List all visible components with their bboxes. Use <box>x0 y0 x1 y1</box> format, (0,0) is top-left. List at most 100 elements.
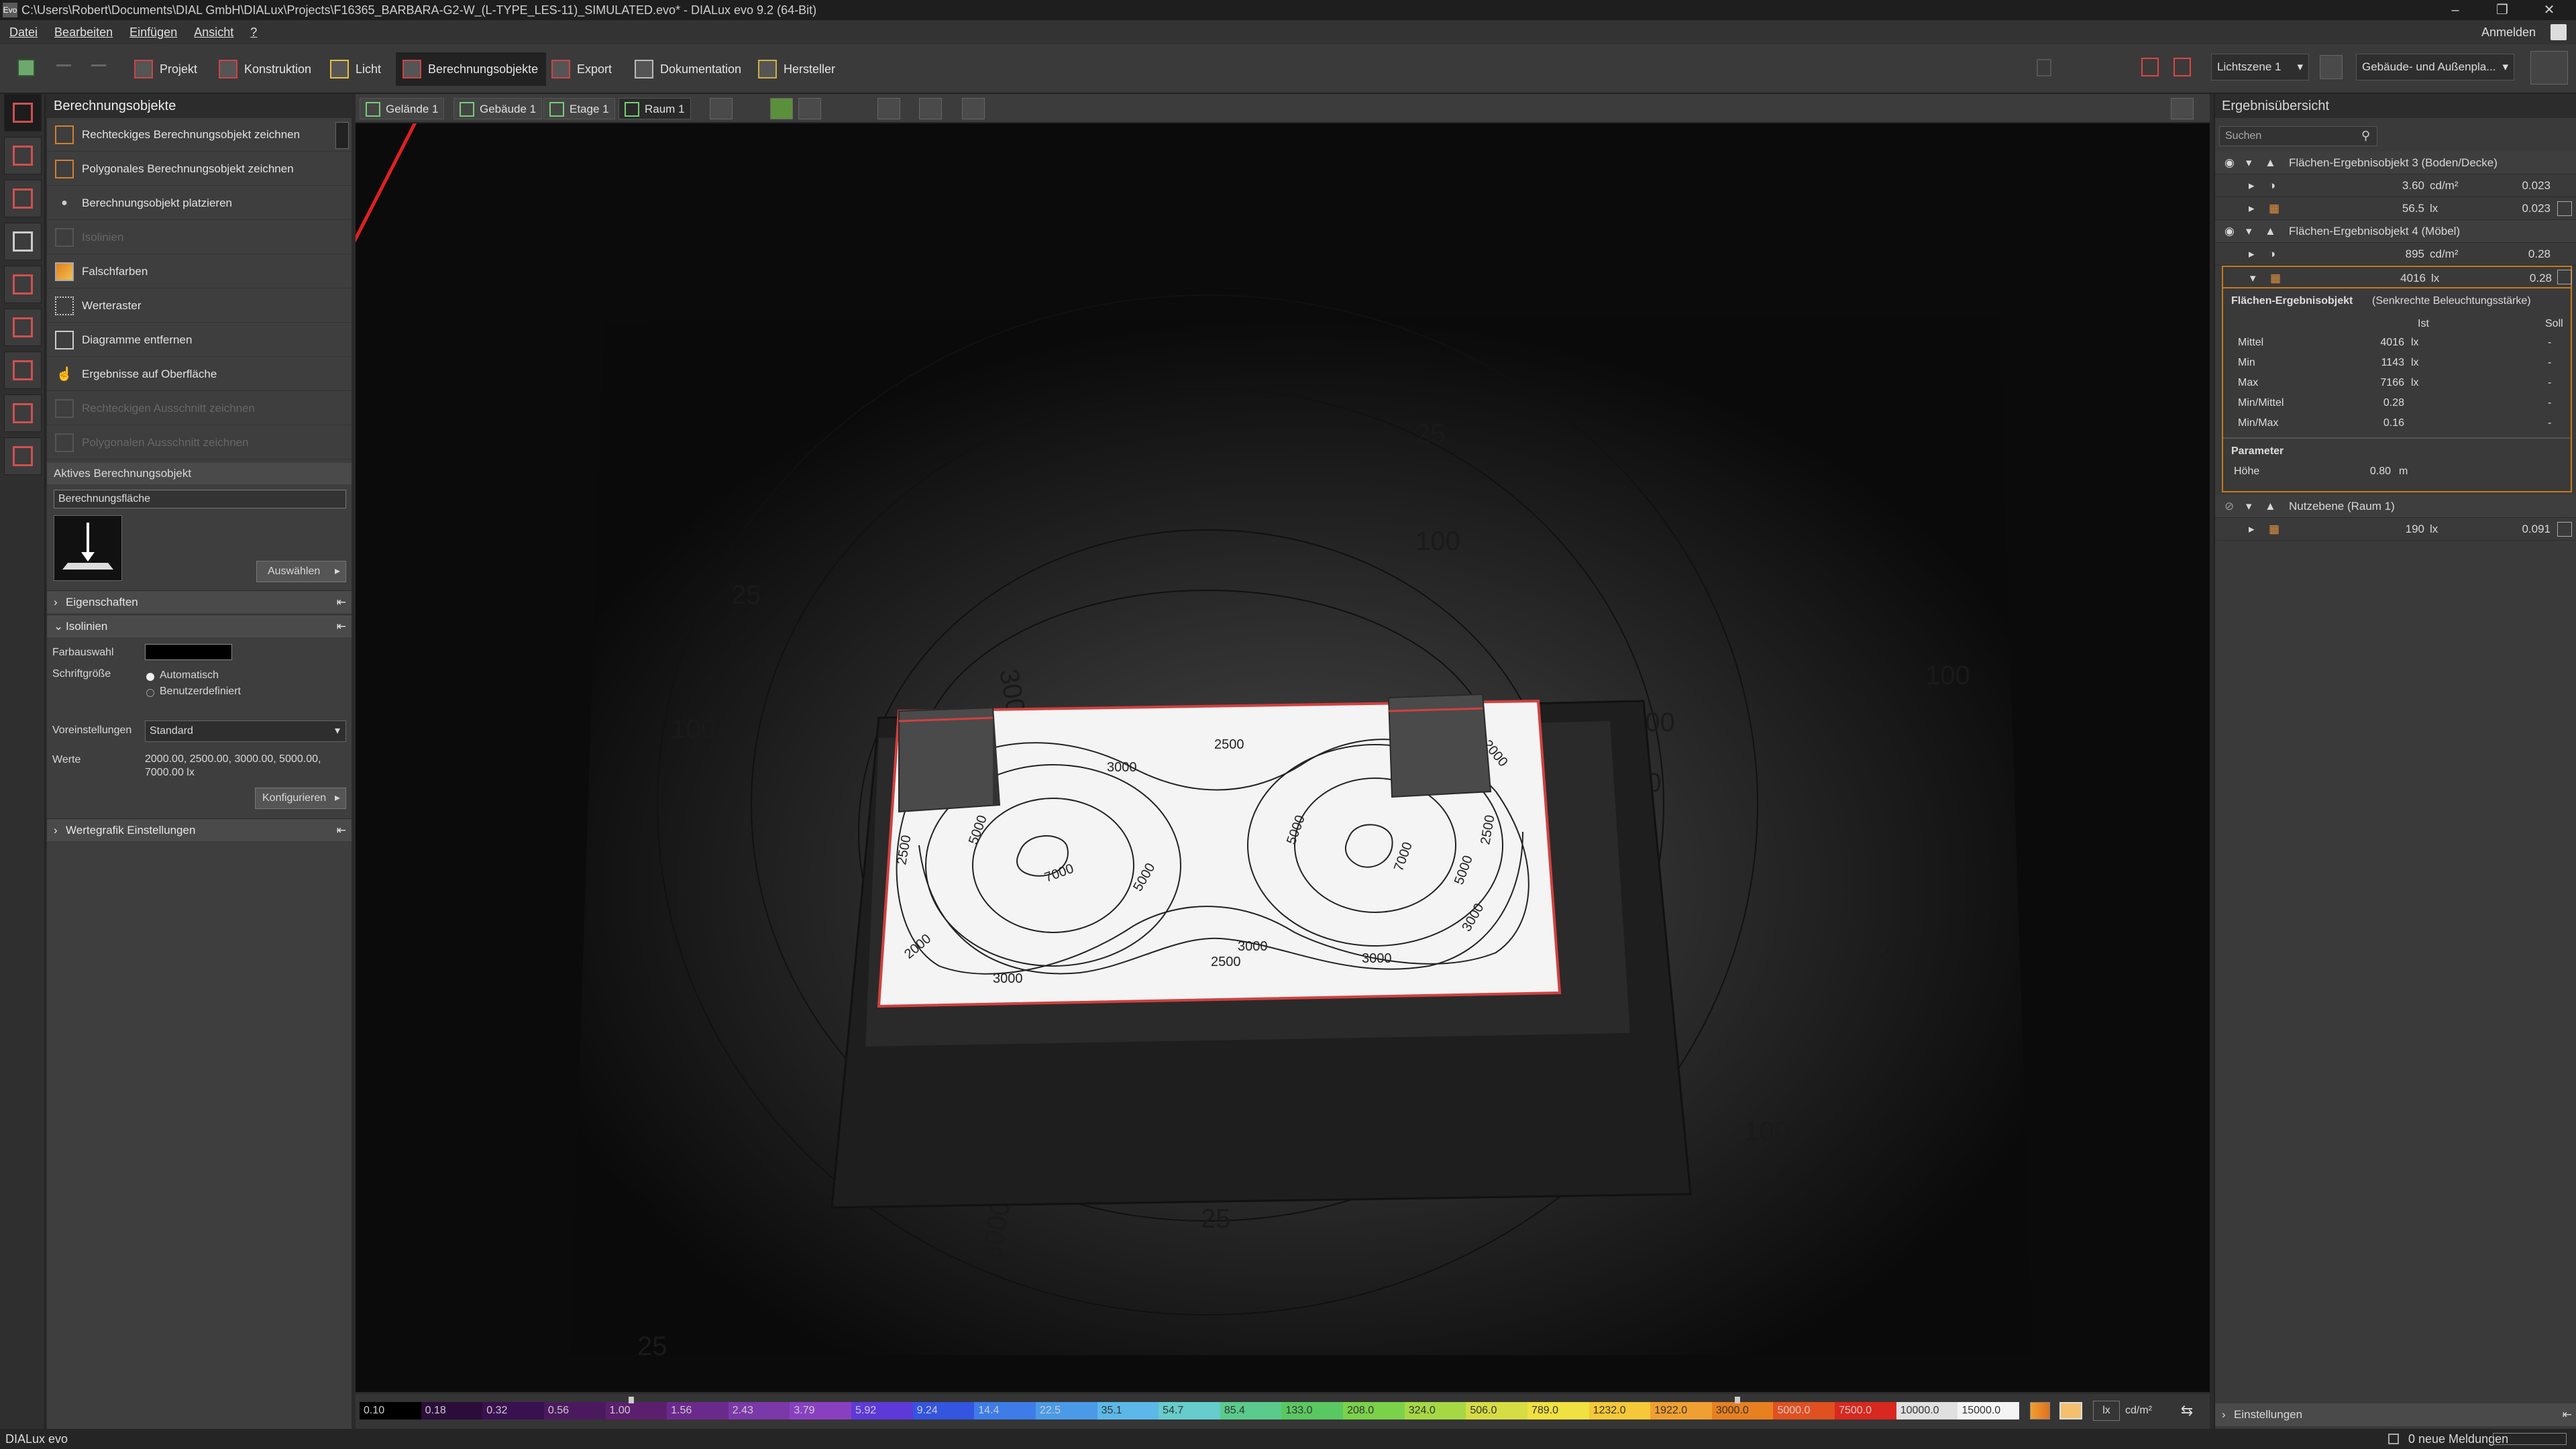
select-button[interactable]: Auswählen ▸ <box>256 561 346 582</box>
section-settings[interactable]: › Einstellungen ⇤ <box>2215 1403 2576 1426</box>
valuegrid-icon <box>55 297 74 315</box>
fullscreen-icon[interactable] <box>2171 98 2194 119</box>
unit-lx-button[interactable]: lx <box>2093 1401 2120 1421</box>
mode-projekt[interactable]: Projekt <box>127 52 205 86</box>
menu-item-insert[interactable]: Einfügen <box>129 25 177 39</box>
pin-icon[interactable]: ⇤ <box>337 615 346 638</box>
section-isolines[interactable]: ⌄ Isolinien ⇤ <box>47 614 352 637</box>
diagram-icon[interactable] <box>2557 522 2572 537</box>
result-object-4[interactable]: ◉ ▾ ▲ Flächen-Ergebnisobjekt 4 (Möbel) <box>2215 220 2576 243</box>
eye-icon[interactable]: ◉ <box>2224 220 2235 243</box>
result-row[interactable]: ▸ ◑ 3.60 cd/m² 0.023 <box>2215 174 2576 197</box>
lightscene-edit-icon[interactable] <box>2320 55 2343 79</box>
tool-results-surface[interactable]: ☝ Ergebnisse auf Oberfläche <box>47 358 352 391</box>
mode-dokumentation[interactable]: Dokumentation <box>628 52 749 86</box>
crumb-floor[interactable]: Etage 1 <box>543 98 615 119</box>
tool-valuegrid[interactable]: Werteraster <box>47 289 352 323</box>
view-select[interactable]: Gebäude- und Außenpla... ▾ <box>2356 54 2514 80</box>
plane-view-icon[interactable] <box>2530 51 2568 85</box>
result-object-3[interactable]: ◉ ▾ ▲ Flächen-Ergebnisobjekt 3 (Boden/De… <box>2215 152 2576 174</box>
undo-icon[interactable] <box>56 64 71 72</box>
view-solid-icon[interactable] <box>770 98 793 119</box>
section-properties[interactable]: › Eigenschaften ⇤ <box>47 590 352 613</box>
eye-hidden-icon[interactable]: ⊘ <box>2224 495 2234 518</box>
diagram-icon[interactable] <box>2557 270 2572 284</box>
signin-link[interactable]: Anmelden <box>2481 20 2536 44</box>
presets-select[interactable]: Standard ▾ <box>145 720 346 742</box>
surface-icon <box>13 103 33 123</box>
section-valuegraph[interactable]: › Wertegrafik Einstellungen ⇤ <box>47 818 352 841</box>
view-wire-icon[interactable] <box>798 98 821 119</box>
menu-item-file[interactable]: Datei <box>9 25 38 39</box>
crumb-building[interactable]: Gebäude 1 <box>453 98 543 119</box>
crumb-terrain[interactable]: Gelände 1 <box>360 98 445 119</box>
calc-furniture-tool[interactable] <box>4 180 42 217</box>
menu-item-help[interactable]: ? <box>250 25 257 39</box>
radio-auto[interactable] <box>146 673 154 681</box>
save-icon[interactable] <box>17 59 35 76</box>
calc-wall-tool[interactable] <box>4 266 42 303</box>
mode-berechnungsobjekte[interactable]: Berechnungsobjekte <box>396 52 547 86</box>
eye-icon[interactable]: ◉ <box>2224 152 2235 174</box>
menu-item-view[interactable]: Ansicht <box>194 25 233 39</box>
calc-point-tool[interactable] <box>4 352 42 389</box>
tool-falsecolor[interactable]: Falschfarben <box>47 255 352 288</box>
calc-cylinder-tool[interactable] <box>4 223 42 260</box>
crumb-room[interactable]: Raum 1 <box>619 98 691 119</box>
result-object-nutzebene[interactable]: ⊘ ▾ ▲ Nutzebene (Raum 1) <box>2215 495 2576 518</box>
restore-icon[interactable]: ❐ <box>2482 0 2522 20</box>
scale-marker-icon[interactable] <box>1734 1397 1740 1403</box>
message-icon[interactable] <box>2388 1434 2399 1444</box>
view-angle-icon[interactable] <box>710 98 733 119</box>
delete-results-icon[interactable] <box>2141 58 2159 76</box>
chevron-down-icon[interactable]: ▾ <box>2246 220 2252 243</box>
3d-viewport[interactable]: 25 100 25 100 3000 500 25 100 25 3000 25… <box>356 94 2210 1392</box>
menu-item-edit[interactable]: Bearbeiten <box>54 25 113 39</box>
pin-icon[interactable]: ⇤ <box>337 819 346 842</box>
tool-rect-calc[interactable]: Rechteckiges Berechnungsobjekt zeichnen <box>47 118 352 152</box>
mode-konstruktion[interactable]: Konstruktion <box>212 52 319 86</box>
lightscene-select[interactable]: Lichtszene 1 ▾ <box>2211 54 2309 80</box>
chevron-down-icon[interactable]: ▾ <box>2246 495 2252 518</box>
tool-remove-diagrams[interactable]: Diagramme entfernen <box>47 323 352 357</box>
result-row[interactable]: ▸ ▦ 56.5 lx 0.023 <box>2215 197 2576 220</box>
chevron-down-icon[interactable]: ▾ <box>2246 152 2252 174</box>
scale-marker-icon[interactable] <box>628 1397 634 1403</box>
results-search-input[interactable]: Suchen <box>2219 126 2377 146</box>
search-icon[interactable]: ⚲ <box>2361 129 2370 143</box>
zoom-fit-icon[interactable] <box>877 98 900 119</box>
swap-icon[interactable]: ⇆ <box>2178 1402 2196 1419</box>
axis-icon[interactable] <box>962 98 985 119</box>
user-avatar-icon[interactable] <box>2551 24 2567 40</box>
calc-glare-tool[interactable] <box>4 309 42 346</box>
active-object-name-field[interactable]: Berechnungsfläche <box>54 490 346 508</box>
result-row[interactable]: ▸ ◑ 895 cd/m² 0.28 <box>2215 243 2576 266</box>
falsecolor-toggle-icon[interactable] <box>2030 1402 2050 1419</box>
gradient-toggle-icon[interactable] <box>2059 1402 2082 1419</box>
font-auto-label: Automatisch <box>160 669 219 681</box>
measure-icon[interactable] <box>919 98 942 119</box>
configure-button[interactable]: Konfigurieren ▸ <box>255 788 346 809</box>
result-row[interactable]: ▸ ▦ 190 lx 0.091 <box>2215 518 2576 541</box>
tool-poly-calc[interactable]: Polygonales Berechnungsobjekt zeichnen <box>47 152 352 186</box>
calc-room-tool[interactable] <box>4 137 42 174</box>
diagram-icon[interactable] <box>2557 201 2572 216</box>
stop-calc-icon[interactable] <box>2174 58 2191 76</box>
detail-row-unit: lx <box>2411 377 2419 388</box>
pin-icon[interactable]: ⇤ <box>2563 1403 2572 1426</box>
mode-hersteller[interactable]: Hersteller <box>751 52 843 86</box>
unit-cd-button[interactable]: cd/m² <box>2125 1401 2161 1421</box>
close-icon[interactable]: ✕ <box>2529 0 2569 20</box>
radio-custom[interactable] <box>146 689 154 697</box>
color-swatch[interactable] <box>145 644 232 660</box>
result-row-selected[interactable]: ▾ ▦ 4016 lx 0.28 <box>2222 266 2572 288</box>
tool-place-calc[interactable]: ● Berechnungsobjekt platzieren <box>47 186 352 220</box>
mode-licht[interactable]: Licht <box>323 52 389 86</box>
calc-surface-tool[interactable] <box>4 94 42 131</box>
calc-escape-tool[interactable] <box>4 437 42 475</box>
pin-icon[interactable]: ⇤ <box>337 591 346 614</box>
mode-export[interactable]: Export <box>545 52 620 86</box>
minimize-icon[interactable]: – <box>2435 0 2475 20</box>
redo-icon[interactable] <box>91 64 106 72</box>
calc-grid-tool[interactable] <box>4 394 42 432</box>
